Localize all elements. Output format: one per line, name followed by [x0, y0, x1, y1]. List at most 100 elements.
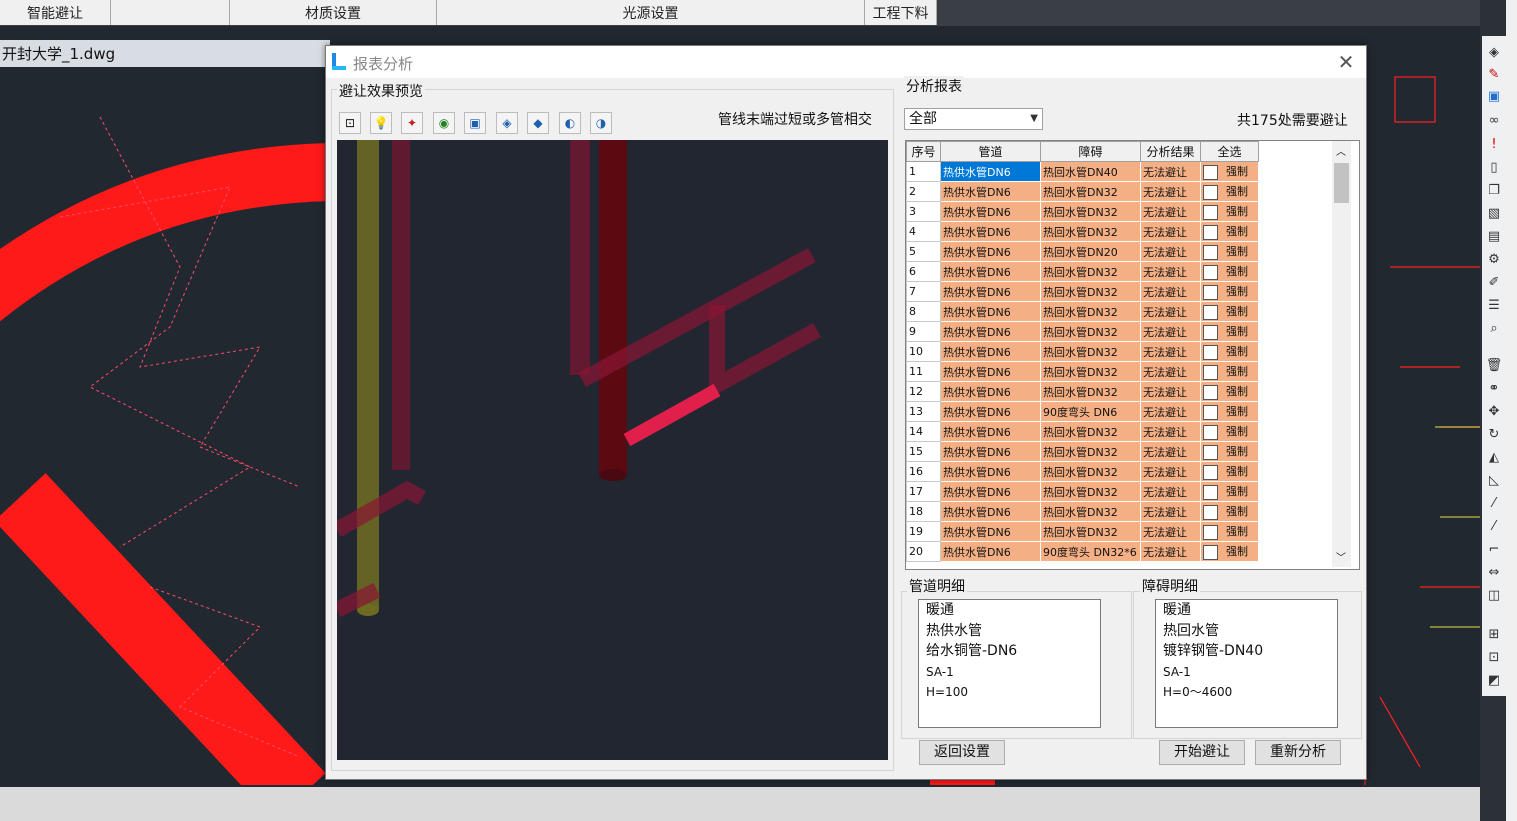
- row-result[interactable]: 无法避让: [1140, 461, 1201, 482]
- row-index[interactable]: 7: [906, 281, 941, 302]
- table-row[interactable]: 9 热供水管DN6 热回水管DN32 无法避让 强制: [906, 321, 1259, 342]
- cube-back-icon[interactable]: ◆: [527, 112, 549, 134]
- row-obstacle[interactable]: 热回水管DN32: [1040, 201, 1141, 222]
- row-result[interactable]: 无法避让: [1140, 541, 1201, 562]
- row-index[interactable]: 11: [906, 361, 941, 382]
- row-index[interactable]: 8: [906, 301, 941, 322]
- tab-material-settings[interactable]: 材质设置: [230, 0, 437, 25]
- warning-icon[interactable]: !: [1485, 136, 1503, 154]
- row-pipe[interactable]: 热供水管DN6: [940, 381, 1041, 402]
- row-pipe[interactable]: 热供水管DN6: [940, 221, 1041, 242]
- table-row[interactable]: 8 热供水管DN6 热回水管DN32 无法避让 强制: [906, 301, 1259, 322]
- row-obstacle[interactable]: 热回水管DN32: [1040, 321, 1141, 342]
- 3d-preview-viewport[interactable]: [337, 140, 888, 760]
- back-to-settings-button[interactable]: 返回设置: [919, 740, 1005, 765]
- row-index[interactable]: 12: [906, 381, 941, 402]
- rotate-icon[interactable]: ↻: [1485, 426, 1503, 444]
- row-result[interactable]: 无法避让: [1140, 381, 1201, 402]
- settings-icon[interactable]: ⚙: [1485, 251, 1503, 269]
- close-icon[interactable]: ✕: [1334, 50, 1358, 74]
- row-result[interactable]: 无法避让: [1140, 281, 1201, 302]
- document-tab[interactable]: 开封大学_1.dwg: [0, 40, 330, 68]
- row-pipe[interactable]: 热供水管DN6: [940, 321, 1041, 342]
- row-index[interactable]: 6: [906, 261, 941, 282]
- row-pipe[interactable]: 热供水管DN6: [940, 181, 1041, 202]
- force-checkbox[interactable]: [1203, 464, 1218, 480]
- table-row[interactable]: 18 热供水管DN6 热回水管DN32 无法避让 强制: [906, 501, 1259, 522]
- zoom-in-icon[interactable]: ⊞: [1485, 626, 1503, 644]
- force-checkbox[interactable]: [1203, 424, 1218, 440]
- table-row[interactable]: 16 热供水管DN6 热回水管DN32 无法避让 强制: [906, 461, 1259, 482]
- row-force-cell[interactable]: 强制: [1200, 341, 1259, 362]
- row-result[interactable]: 无法避让: [1140, 161, 1201, 182]
- table-row[interactable]: 6 热供水管DN6 热回水管DN32 无法避让 强制: [906, 261, 1259, 282]
- reanalyze-button[interactable]: 重新分析: [1255, 740, 1341, 765]
- row-index[interactable]: 3: [906, 201, 941, 222]
- force-checkbox[interactable]: [1203, 344, 1218, 360]
- mirror-icon[interactable]: ◭: [1485, 449, 1503, 467]
- binoculars-icon[interactable]: ∞: [1485, 112, 1503, 130]
- zoom-extents-icon[interactable]: ▣: [464, 112, 486, 134]
- force-checkbox[interactable]: [1203, 364, 1218, 380]
- row-index[interactable]: 17: [906, 481, 941, 502]
- pencil-icon[interactable]: ✎: [1485, 66, 1503, 84]
- layer-icon[interactable]: ▣: [1485, 88, 1503, 106]
- chevron-up-icon[interactable]: ︿: [1336, 143, 1346, 158]
- filter-dropdown[interactable]: 全部 ▼: [904, 108, 1043, 130]
- row-obstacle[interactable]: 90度弯头 DN6: [1040, 401, 1141, 422]
- force-checkbox[interactable]: [1203, 524, 1218, 540]
- break-icon[interactable]: ⌐: [1485, 541, 1503, 559]
- row-result[interactable]: 无法避让: [1140, 441, 1201, 462]
- row-result[interactable]: 无法避让: [1140, 341, 1201, 362]
- row-obstacle[interactable]: 热回水管DN32: [1040, 181, 1141, 202]
- row-pipe[interactable]: 热供水管DN6: [940, 361, 1041, 382]
- link-icon[interactable]: ⚭: [1485, 380, 1503, 398]
- row-index[interactable]: 13: [906, 401, 941, 422]
- edit-icon[interactable]: ✐: [1485, 274, 1503, 292]
- cube-left-icon[interactable]: ◐: [559, 112, 581, 134]
- row-result[interactable]: 无法避让: [1140, 521, 1201, 542]
- force-checkbox[interactable]: [1203, 324, 1218, 340]
- scale-icon[interactable]: ◺: [1485, 472, 1503, 490]
- row-force-cell[interactable]: 强制: [1200, 221, 1259, 242]
- table-row[interactable]: 3 热供水管DN6 热回水管DN32 无法避让 强制: [906, 201, 1259, 222]
- row-obstacle[interactable]: 热回水管DN32: [1040, 521, 1141, 542]
- table-row[interactable]: 19 热供水管DN6 热回水管DN32 无法避让 强制: [906, 521, 1259, 542]
- row-index[interactable]: 5: [906, 241, 941, 262]
- header-result[interactable]: 分析结果: [1140, 141, 1201, 162]
- header-pipe[interactable]: 管道: [940, 141, 1041, 162]
- cube-front-icon[interactable]: ◈: [496, 112, 518, 134]
- table-row[interactable]: 5 热供水管DN6 热回水管DN20 无法避让 强制: [906, 241, 1259, 262]
- row-force-cell[interactable]: 强制: [1200, 281, 1259, 302]
- row-pipe[interactable]: 热供水管DN6: [940, 401, 1041, 422]
- row-obstacle[interactable]: 热回水管DN32: [1040, 421, 1141, 442]
- table-row[interactable]: 11 热供水管DN6 热回水管DN32 无法避让 强制: [906, 361, 1259, 382]
- row-obstacle[interactable]: 热回水管DN32: [1040, 501, 1141, 522]
- frame-icon[interactable]: ▧: [1485, 205, 1503, 223]
- row-pipe[interactable]: 热供水管DN6: [940, 161, 1041, 182]
- row-force-cell[interactable]: 强制: [1200, 541, 1259, 562]
- row-index[interactable]: 15: [906, 441, 941, 462]
- chevron-down-icon[interactable]: ﹀: [1336, 549, 1346, 564]
- row-result[interactable]: 无法避让: [1140, 401, 1201, 422]
- join-icon[interactable]: ⇔: [1485, 564, 1503, 582]
- table-row[interactable]: 13 热供水管DN6 90度弯头 DN6 无法避让 强制: [906, 401, 1259, 422]
- table-row[interactable]: 17 热供水管DN6 热回水管DN32 无法避让 强制: [906, 481, 1259, 502]
- row-index[interactable]: 14: [906, 421, 941, 442]
- row-pipe[interactable]: 热供水管DN6: [940, 461, 1041, 482]
- row-obstacle[interactable]: 热回水管DN32: [1040, 281, 1141, 302]
- table-scrollbar[interactable]: ︿ ﹀: [1332, 141, 1351, 567]
- row-result[interactable]: 无法避让: [1140, 301, 1201, 322]
- row-force-cell[interactable]: 强制: [1200, 521, 1259, 542]
- row-pipe[interactable]: 热供水管DN6: [940, 341, 1041, 362]
- table-row[interactable]: 15 热供水管DN6 热回水管DN32 无法避让 强制: [906, 441, 1259, 462]
- row-force-cell[interactable]: 强制: [1200, 481, 1259, 502]
- force-checkbox[interactable]: [1203, 264, 1218, 280]
- force-checkbox[interactable]: [1203, 504, 1218, 520]
- row-index[interactable]: 9: [906, 321, 941, 342]
- row-pipe[interactable]: 热供水管DN6: [940, 281, 1041, 302]
- table-row[interactable]: 10 热供水管DN6 热回水管DN32 无法避让 强制: [906, 341, 1259, 362]
- row-obstacle[interactable]: 热回水管DN32: [1040, 301, 1141, 322]
- row-index[interactable]: 10: [906, 341, 941, 362]
- row-pipe[interactable]: 热供水管DN6: [940, 501, 1041, 522]
